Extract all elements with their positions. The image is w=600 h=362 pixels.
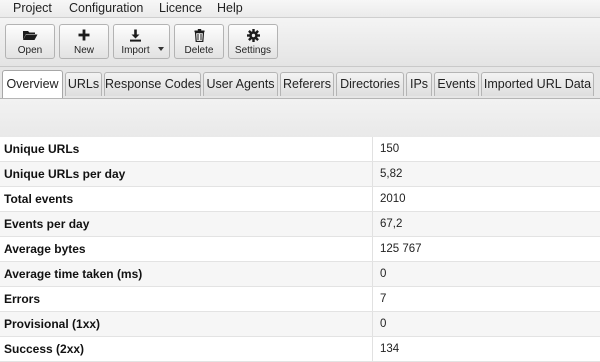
stat-label: Average bytes xyxy=(4,242,86,256)
stat-label: Average time taken (ms) xyxy=(4,267,143,281)
tab-overview[interactable]: Overview xyxy=(2,70,63,98)
table-row: Events per day 67,2 xyxy=(0,212,600,237)
stat-value: 0 xyxy=(380,268,387,280)
tab-urls[interactable]: URLs xyxy=(65,72,102,96)
table-row: Unique URLs 150 xyxy=(0,137,600,162)
chevron-down-icon[interactable] xyxy=(158,47,164,51)
settings-button[interactable]: Settings xyxy=(228,24,278,59)
table-row: Average time taken (ms) 0 xyxy=(0,262,600,287)
gear-icon xyxy=(229,28,277,42)
new-button-label: New xyxy=(73,45,94,56)
tab-ips[interactable]: IPs xyxy=(406,72,432,96)
stat-value: 67,2 xyxy=(380,218,403,230)
open-button[interactable]: Open xyxy=(5,24,55,59)
stat-label: Errors xyxy=(4,292,41,306)
stat-label: Total events xyxy=(4,192,74,206)
column-divider xyxy=(372,237,373,261)
stat-value: 5,82 xyxy=(380,168,403,180)
table-row: Average bytes 125 767 xyxy=(0,237,600,262)
menu-help[interactable]: Help xyxy=(217,1,243,16)
column-divider xyxy=(372,212,373,236)
stat-value: 134 xyxy=(380,343,400,355)
menu-bar: Project Configuration Licence Help xyxy=(0,0,600,18)
stat-label: Unique URLs xyxy=(4,142,80,156)
stat-value: 150 xyxy=(380,143,400,155)
stat-label: Unique URLs per day xyxy=(4,167,126,181)
stat-label: Events per day xyxy=(4,217,90,231)
delete-button[interactable]: Delete xyxy=(174,24,224,59)
trash-icon xyxy=(175,28,223,42)
table-row: Total events 2010 xyxy=(0,187,600,212)
tab-user-agents[interactable]: User Agents xyxy=(203,72,278,96)
stat-value: 125 767 xyxy=(380,243,422,255)
folder-open-icon xyxy=(6,28,54,42)
settings-button-label: Settings xyxy=(234,45,272,56)
table-row: Success (2xx) 134 xyxy=(0,337,600,362)
import-button[interactable]: Import xyxy=(113,24,170,59)
stat-value: 2010 xyxy=(380,193,406,205)
overview-stats-table: Unique URLs 150 Unique URLs per day 5,82… xyxy=(0,137,600,362)
toolbar: Open New Import Delete Settings xyxy=(0,18,600,67)
tab-directories[interactable]: Directories xyxy=(336,72,404,96)
import-button-label: Import xyxy=(121,45,150,56)
column-divider xyxy=(372,312,373,336)
table-row: Unique URLs per day 5,82 xyxy=(0,162,600,187)
download-icon xyxy=(114,28,157,42)
table-row: Errors 7 xyxy=(0,287,600,312)
tab-panel-header xyxy=(0,98,600,138)
open-button-label: Open xyxy=(17,45,43,56)
column-divider xyxy=(372,287,373,311)
column-divider xyxy=(372,262,373,286)
column-divider xyxy=(372,137,373,161)
tab-bar: Overview URLs Response Codes User Agents… xyxy=(0,67,600,98)
stat-label: Success (2xx) xyxy=(4,342,85,356)
table-row: Provisional (1xx) 0 xyxy=(0,312,600,337)
new-button[interactable]: New xyxy=(59,24,109,59)
menu-licence[interactable]: Licence xyxy=(159,1,202,16)
column-divider xyxy=(372,162,373,186)
delete-button-label: Delete xyxy=(184,45,214,56)
plus-icon xyxy=(60,28,108,42)
tab-imported-url-data[interactable]: Imported URL Data xyxy=(481,72,594,96)
column-divider xyxy=(372,187,373,211)
column-divider xyxy=(372,337,373,361)
tab-referers[interactable]: Referers xyxy=(280,72,334,96)
stat-value: 0 xyxy=(380,318,387,330)
stat-value: 7 xyxy=(380,293,387,305)
tab-response-codes[interactable]: Response Codes xyxy=(104,72,201,96)
stat-label: Provisional (1xx) xyxy=(4,317,101,331)
menu-configuration[interactable]: Configuration xyxy=(69,1,143,16)
tab-events[interactable]: Events xyxy=(434,72,479,96)
menu-project[interactable]: Project xyxy=(13,1,52,16)
